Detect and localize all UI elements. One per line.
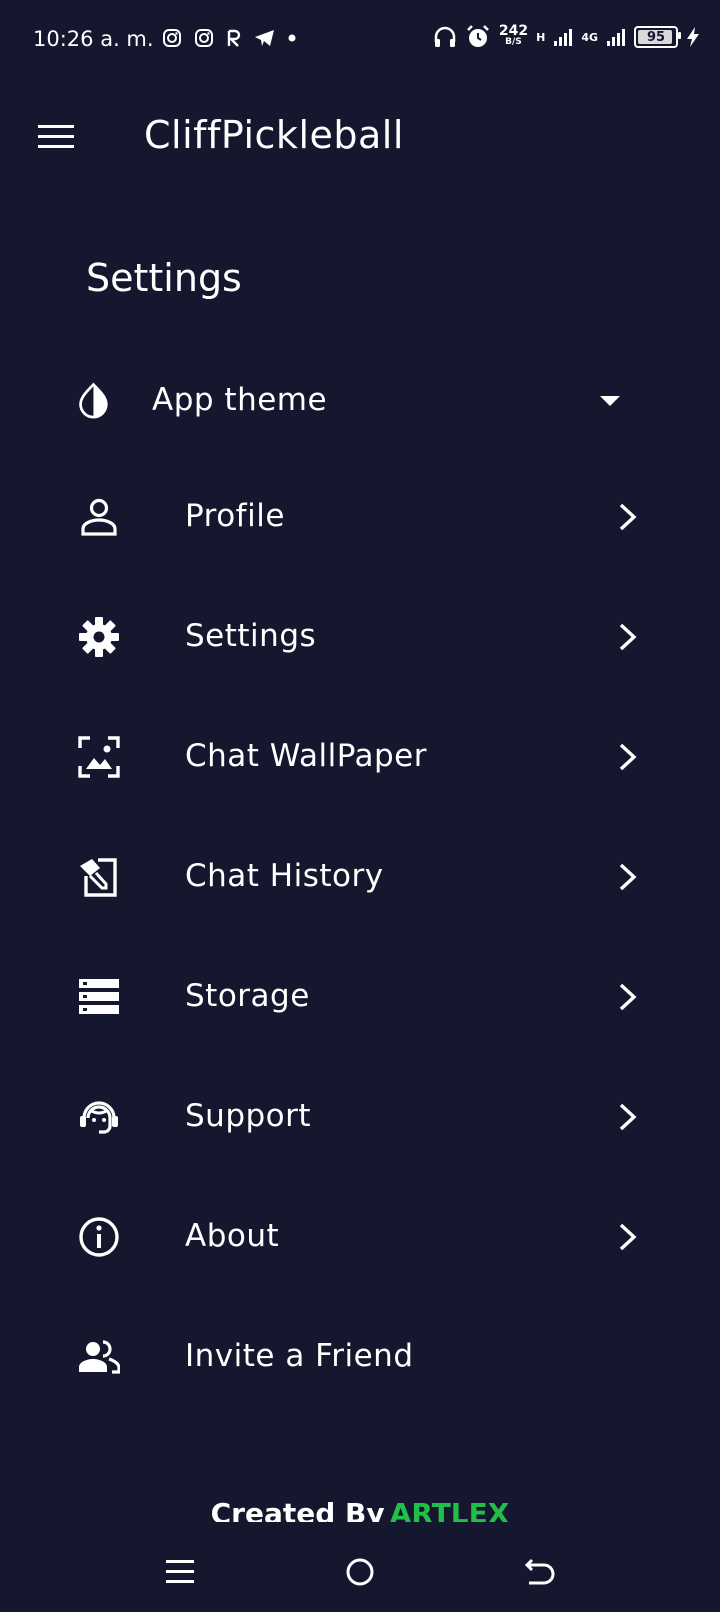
menu-item-label: Settings bbox=[185, 618, 317, 654]
created-by-footer: Created By ARTLEX bbox=[0, 1500, 720, 1522]
chevron-right-icon bbox=[619, 1223, 637, 1251]
menu-item-storage[interactable]: Storage bbox=[0, 946, 720, 1046]
footer-prefix: Created By bbox=[210, 1500, 385, 1522]
chevron-right-icon bbox=[619, 623, 637, 651]
info-icon bbox=[79, 1217, 119, 1257]
person-icon bbox=[81, 498, 117, 536]
menu-item-support[interactable]: Support bbox=[0, 1066, 720, 1166]
group-icon bbox=[79, 1340, 120, 1374]
more-notifications-dot-icon bbox=[288, 34, 296, 42]
app-title: CliffPickleball bbox=[144, 113, 404, 157]
notification-icons bbox=[162, 28, 296, 48]
battery-level: 95 bbox=[646, 29, 666, 45]
menu-item-chat-wallpaper[interactable]: Chat WallPaper bbox=[0, 706, 720, 806]
back-icon[interactable] bbox=[520, 1552, 560, 1592]
chevron-right-icon bbox=[619, 743, 637, 771]
wallpaper-icon bbox=[78, 736, 120, 778]
signal-bars-icon bbox=[607, 29, 625, 46]
app-theme-dropdown[interactable]: App theme bbox=[0, 350, 720, 450]
menu-item-invite-friend[interactable]: Invite a Friend bbox=[0, 1306, 720, 1406]
telegram-icon bbox=[255, 30, 274, 46]
menu-item-chat-history[interactable]: Chat History bbox=[0, 826, 720, 926]
chevron-right-icon bbox=[619, 1103, 637, 1131]
status-right: 242 B/S H 4G 95 bbox=[433, 24, 700, 50]
instagram-icon bbox=[163, 29, 181, 47]
charging-bolt-icon bbox=[687, 27, 699, 47]
chevron-right-icon bbox=[619, 863, 637, 891]
home-icon[interactable] bbox=[340, 1552, 380, 1592]
footer-brand[interactable]: ARTLEX bbox=[390, 1500, 510, 1522]
menu-item-label: Profile bbox=[185, 498, 285, 534]
rappi-icon bbox=[227, 29, 241, 47]
menu-item-label: Invite a Friend bbox=[185, 1338, 414, 1374]
storage-icon bbox=[79, 979, 119, 1014]
menu-item-settings[interactable]: Settings bbox=[0, 586, 720, 686]
caret-down-icon bbox=[600, 396, 620, 406]
status-time: 10:26 a. m. bbox=[33, 27, 154, 51]
app-bar: CliffPickleball bbox=[0, 80, 720, 196]
network-type-4g: 4G bbox=[581, 30, 598, 44]
instagram-icon bbox=[195, 29, 213, 47]
app-theme-label: App theme bbox=[152, 382, 328, 418]
history-icon bbox=[80, 858, 117, 897]
menu-item-label: Chat WallPaper bbox=[185, 738, 427, 774]
chevron-right-icon bbox=[619, 503, 637, 531]
alarm-icon bbox=[466, 25, 489, 47]
battery-icon: 95 bbox=[634, 26, 681, 48]
menu-item-profile[interactable]: Profile bbox=[0, 466, 720, 566]
theme-drop-icon bbox=[79, 382, 108, 419]
gear-icon bbox=[79, 617, 119, 657]
menu-item-label: Support bbox=[185, 1098, 312, 1134]
menu-item-label: Storage bbox=[185, 978, 310, 1014]
system-nav-bar bbox=[0, 1530, 720, 1612]
menu-item-about[interactable]: About bbox=[0, 1186, 720, 1286]
chevron-right-icon bbox=[619, 983, 637, 1011]
menu-item-label: Chat History bbox=[185, 858, 384, 894]
network-speed: 242 B/S bbox=[498, 23, 529, 47]
recent-apps-icon[interactable] bbox=[160, 1552, 200, 1592]
network-type-h: H bbox=[536, 30, 546, 44]
headphones-icon bbox=[434, 26, 456, 47]
menu-item-label: About bbox=[185, 1218, 280, 1254]
support-agent-icon bbox=[80, 1101, 118, 1134]
signal-bars-icon bbox=[554, 29, 573, 46]
page-title: Settings bbox=[86, 256, 242, 300]
status-bar: 10:26 a. m. 242 B/S H 4G 95 bbox=[0, 0, 720, 80]
hamburger-menu-icon[interactable] bbox=[38, 123, 74, 151]
